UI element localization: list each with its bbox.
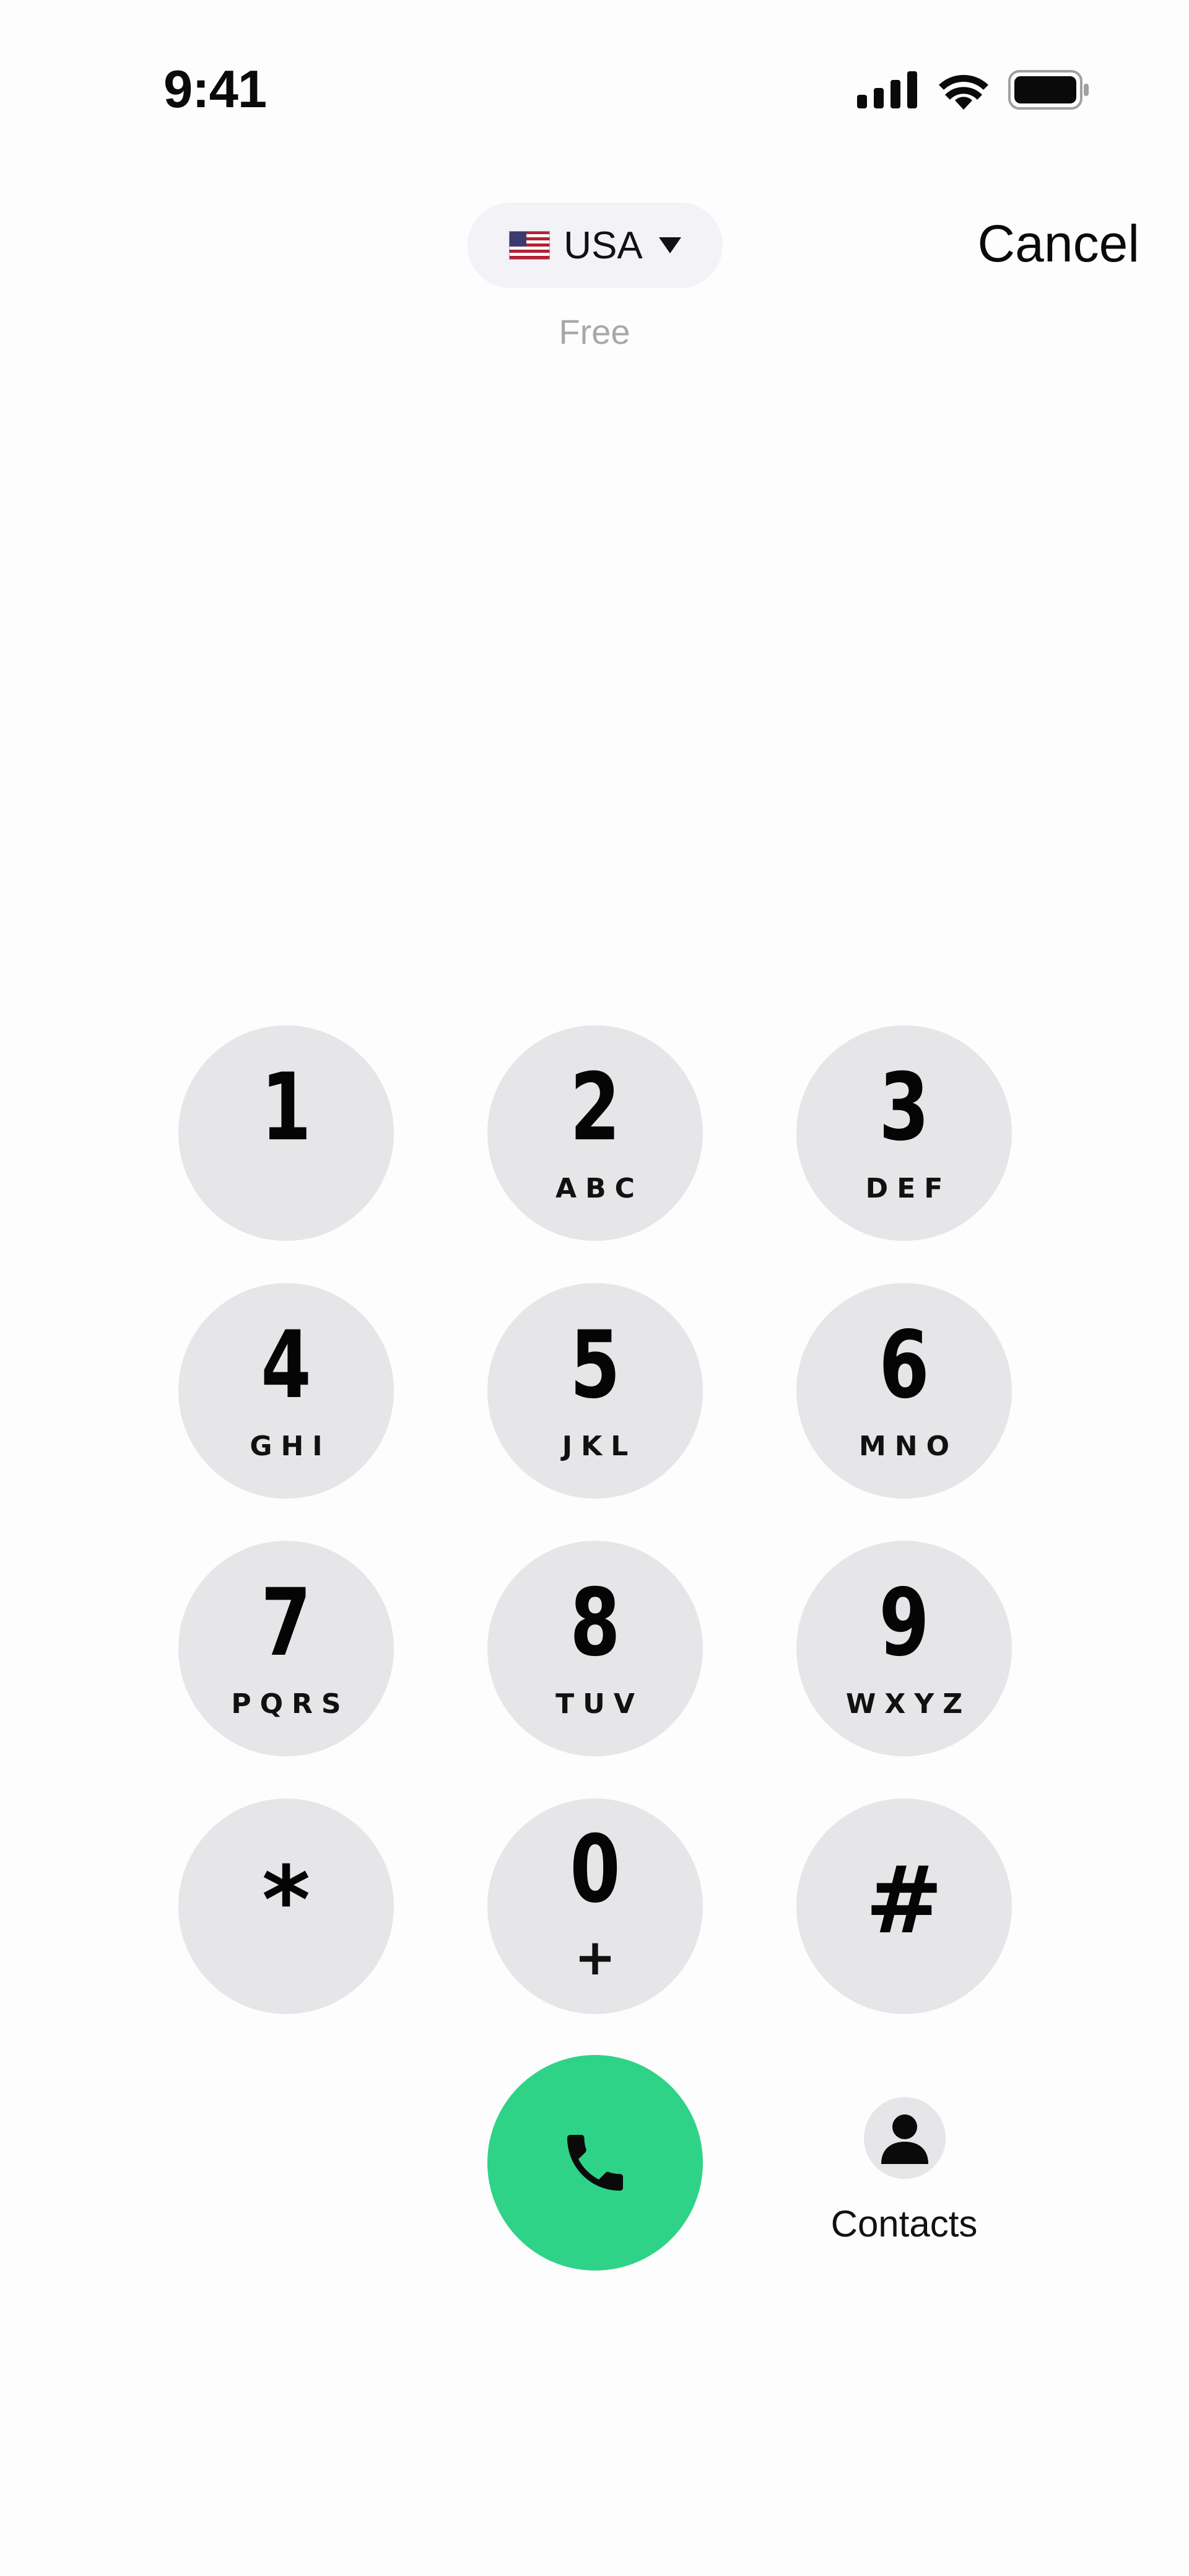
key-3[interactable]: 3 DEF — [796, 1025, 1012, 1241]
contacts-avatar — [864, 2097, 946, 2179]
call-rate-label: Free — [559, 312, 630, 351]
key-digit: 5 — [570, 1312, 621, 1419]
key-5[interactable]: 5 JKL — [487, 1283, 703, 1499]
contacts-label: Contacts — [830, 2203, 978, 2245]
key-0[interactable]: 0 + — [487, 1798, 703, 2014]
key-7[interactable]: 7 PQRS — [178, 1541, 394, 1756]
key-letters: PQRS — [231, 1688, 350, 1720]
contacts-button[interactable]: Contacts — [817, 2097, 991, 2258]
key-digit: 8 — [570, 1569, 621, 1677]
key-letters: DEF — [865, 1173, 952, 1204]
key-1[interactable]: 1 — [178, 1025, 394, 1241]
key-star[interactable]: * — [178, 1798, 394, 2014]
key-digit: 3 — [879, 1054, 930, 1162]
key-letters: + — [574, 1929, 616, 1986]
key-letters: MNO — [858, 1430, 958, 1462]
cellular-signal-icon — [857, 71, 917, 108]
key-digit: 4 — [261, 1312, 311, 1419]
key-letters: TUV — [555, 1688, 643, 1720]
key-9[interactable]: 9 WXYZ — [796, 1541, 1012, 1756]
status-time: 9:41 — [163, 60, 267, 119]
key-4[interactable]: 4 GHI — [178, 1283, 394, 1499]
phone-icon — [567, 2135, 623, 2191]
country-label: USA — [564, 224, 643, 267]
call-button[interactable] — [487, 2055, 703, 2271]
key-digit: 6 — [879, 1312, 930, 1419]
key-letters: GHI — [250, 1430, 331, 1462]
key-digit: # — [865, 1847, 943, 1955]
key-digit: 9 — [879, 1569, 930, 1677]
key-letters: ABC — [555, 1173, 643, 1204]
key-letters: JKL — [562, 1430, 637, 1462]
key-pound[interactable]: # — [796, 1798, 1012, 2014]
key-digit: 0 — [570, 1816, 621, 1924]
battery-icon — [1008, 70, 1089, 110]
caret-down-icon — [658, 237, 681, 253]
key-digit: 7 — [261, 1569, 311, 1677]
key-letters: WXYZ — [845, 1688, 972, 1720]
key-2[interactable]: 2 ABC — [487, 1025, 703, 1241]
country-selector[interactable]: USA — [468, 203, 723, 288]
cancel-button[interactable]: Cancel — [978, 214, 1139, 274]
status-icons — [857, 68, 1090, 112]
key-6[interactable]: 6 MNO — [796, 1283, 1012, 1499]
key-8[interactable]: 8 TUV — [487, 1541, 703, 1756]
key-digit: 1 — [261, 1054, 311, 1162]
us-flag-icon — [509, 231, 551, 260]
person-icon — [881, 2114, 928, 2164]
wifi-icon — [939, 75, 988, 110]
key-digit: 2 — [570, 1054, 621, 1162]
key-digit: * — [261, 1847, 311, 1955]
